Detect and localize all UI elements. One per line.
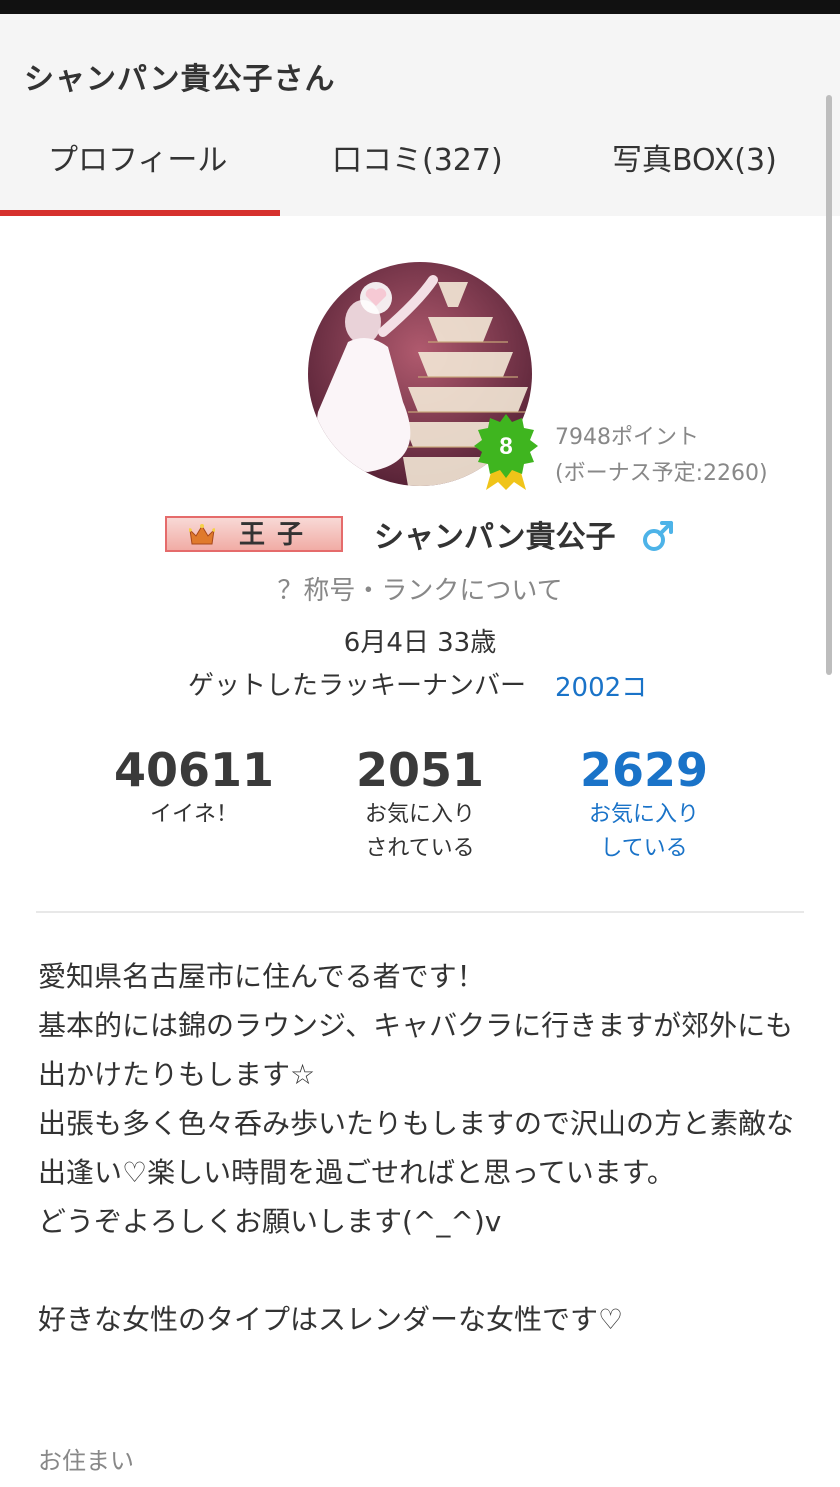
points-value: 7948ポイント (555, 425, 699, 450)
stat-favorited: 2051 お気に入り されている (310, 742, 530, 866)
points-info: 7948ポイント (ボーナス予定:2260) (555, 420, 768, 492)
bio-line: 基本的には錦のラウンジ、キャバクラに行きますが郊外にも出かけたりもします☆ (38, 1009, 794, 1091)
favoriting-label-line1[interactable]: お気に入り (534, 798, 754, 832)
rank-info-link[interactable]: ？称号・ランクについて (0, 570, 840, 607)
rank-level-badge: 8 (472, 412, 540, 492)
bio-line: 出張も多く色々呑み歩いたりもしますので沢山の方と素敵な出逢い♡楽しい時間を過ごせ… (38, 1107, 795, 1189)
likes-label: イイネ！ (149, 802, 238, 827)
self-introduction: 愛知県名古屋市に住んでる者です！ 基本的には錦のラウンジ、キャバクラに行きますが… (38, 952, 808, 1344)
tab-profile[interactable]: プロフィール (48, 135, 227, 179)
rank-level-text: 8 (499, 433, 512, 460)
stat-likes: 40611 イイネ！ (84, 742, 304, 832)
birthday-age: 6月4日 33歳 (343, 628, 497, 658)
favorited-label-line1: お気に入り (364, 802, 475, 827)
bio-line: 愛知県名古屋市に住んでる者です！ (38, 960, 485, 993)
crown-icon (188, 524, 216, 546)
likes-count: 40611 (113, 743, 275, 797)
favoriting-label-line2[interactable]: している (534, 832, 754, 866)
divider (36, 911, 804, 913)
residence-label: お住まい (38, 1447, 134, 1475)
bio-blank-line (38, 1246, 808, 1295)
username: シャンパン貴公子 (374, 520, 616, 555)
favorited-label-line2: されている (365, 836, 475, 861)
header: シャンパン貴公子さん (0, 14, 840, 216)
active-tab-indicator (0, 210, 280, 216)
favoriting-count[interactable]: 2629 (534, 742, 754, 798)
lucky-number-value[interactable]: 2002コ (555, 667, 647, 704)
title-badge-label: 王子 (239, 520, 316, 550)
bio-line: どうぞよろしくお願いします(^_^)v (38, 1205, 502, 1238)
bio-line: 好きな女性のタイプはスレンダーな女性です♡ (38, 1303, 624, 1336)
male-icon (640, 518, 676, 554)
tab-reviews[interactable]: 口コミ(327) (332, 135, 503, 179)
lucky-number-label: ゲットしたラッキーナンバー (188, 671, 527, 701)
title-badge: 王子 (165, 516, 343, 552)
bonus-points: (ボーナス予定:2260) (555, 461, 768, 486)
status-bar (0, 0, 840, 14)
tab-photo-box[interactable]: 写真BOX(3) (612, 135, 777, 179)
favorited-count: 2051 (355, 743, 485, 797)
page-title: シャンパン貴公子さん (24, 62, 336, 97)
stat-favoriting[interactable]: 2629 お気に入り している (534, 742, 754, 866)
